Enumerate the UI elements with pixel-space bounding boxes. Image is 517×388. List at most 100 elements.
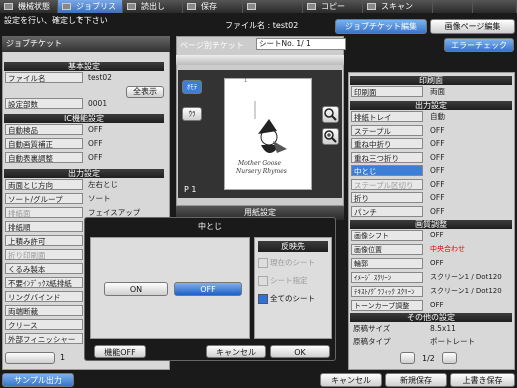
image-setting-value: 中央合わせ [430,245,465,253]
other-settings-header: その他の設定 [350,313,512,322]
image-setting-label[interactable]: 輪郭 [351,258,423,269]
recall-icon [127,3,136,10]
output-setting-value: OFF [430,193,445,202]
copies-label[interactable]: 設定部数 [5,98,83,109]
system-icon [247,3,256,10]
output-setting-label[interactable]: 折り印刷面 [5,249,83,260]
output-setting-value: OFF [430,125,445,135]
image-setting-value: スクリーン1 / Dot120 [430,287,502,295]
off-button[interactable]: OFF [174,282,242,296]
front-side-button[interactable]: ｵﾓﾃ [182,80,202,94]
ic-setting-label[interactable]: 自動検品 [5,124,83,135]
output-setting-label[interactable]: ステープル [351,124,423,136]
cancel-button[interactable]: キャンセル [320,373,382,387]
show-all-button[interactable]: 全表示 [126,86,164,98]
output-setting-label[interactable]: 重ね三つ折り [351,151,423,163]
left-output-header: 出力設定 [4,169,164,178]
jobticket-edit-tab[interactable]: ジョブチケット編集 [335,19,427,34]
output-setting-label[interactable]: 中とじ [351,165,423,176]
output-setting-label[interactable]: 上積み許可 [5,235,83,246]
doc-title-line2: Nursery Rhymes [236,168,287,175]
copies-value: 0001 [88,99,108,108]
zoom-in-icon[interactable] [322,106,339,123]
tab-system[interactable] [243,0,303,13]
ic-setting-label[interactable]: 自動表裏調整 [5,152,83,163]
function-off-button[interactable]: 機能OFF [94,345,146,358]
image-setting-label[interactable]: 画像シフト [351,230,423,241]
output-setting-label[interactable]: 排紙トレイ [351,111,423,122]
tab-help[interactable] [473,0,517,13]
output-setting-label[interactable]: くるみ製本 [5,263,83,274]
apply-target-box [254,237,332,339]
ic-setting-label[interactable]: 自動画質補正 [5,138,83,149]
dialog-title: 中とじ [198,222,222,231]
tab-save[interactable]: 保存 [183,0,243,13]
output-setting-label[interactable]: 排紙順 [5,221,83,232]
sheet-specify-option[interactable]: シート指定 [258,274,328,287]
current-sheet-option[interactable]: 現在のシート [258,256,328,269]
output-setting-label[interactable]: 両面とじ方向 [5,179,83,190]
right-page-prev[interactable] [400,352,415,364]
file-name-label[interactable]: ファイル名 [5,72,83,83]
dialog-cancel-button[interactable]: キャンセル [206,345,266,358]
image-setting-value: OFF [430,259,444,267]
on-button[interactable]: ON [104,282,168,296]
output-setting-value: OFF [430,152,445,162]
print-side-label[interactable]: 印刷面 [351,86,423,97]
file-name-value: test02 [88,73,112,82]
image-setting-value: スクリーン1 / Dot120 [430,273,502,281]
image-setting-label[interactable]: 画像位置 [351,244,423,255]
save-icon [187,3,196,10]
dialog-ok-button[interactable]: OK [270,345,330,358]
copy-icon [307,3,316,10]
scan-icon [367,3,376,10]
sample-output-button[interactable]: サンプル出力 [2,373,74,387]
apply-target-header: 反映先 [258,241,328,252]
output-setting-label[interactable]: 重ね中折り [351,138,423,149]
output-setting-label[interactable]: 排紙面 [5,207,83,218]
output-setting-label[interactable]: ソート/グループ [5,193,83,204]
output-setting-label[interactable]: 不要ｲﾝﾃﾞｯｸｽ紙排紙 [5,277,83,288]
output-setting-value: 自動 [430,112,445,121]
output-setting-label[interactable]: 両端断裁 [5,305,83,316]
image-page-edit-tab[interactable]: 画像ページ編集 [430,19,515,34]
left-page-prev[interactable] [5,352,55,364]
output-setting-label[interactable]: 折り [351,192,423,203]
image-setting-label[interactable]: トーンカーブ調整 [351,300,423,311]
right-output-header: 出力設定 [350,101,512,110]
tab-machine-status[interactable]: 機械状態 [0,0,58,13]
output-setting-label[interactable]: パンチ [351,205,423,217]
error-check-button[interactable]: エラーチェック [444,38,514,52]
back-side-button[interactable]: ｳﾗ [182,107,202,121]
tab-extra[interactable] [433,0,473,13]
image-setting-label[interactable]: ﾃｷｽﾄ/ｸﾞﾗﾌｨｯｸ ｽｸﾘｰﾝ [351,286,423,297]
zoom-fit-icon[interactable] [322,128,339,145]
overwrite-save-button[interactable]: 上書き保存 [450,373,515,387]
tab-scan[interactable]: スキャン [363,0,433,13]
output-setting-label[interactable]: ステープル区切り [351,178,423,190]
output-setting-value: OFF [430,179,445,189]
all-sheets-option[interactable]: 全てのシート [258,292,328,305]
sheet-number-field[interactable]: シートNo. 1/ 1 [256,38,346,50]
print-side-header: 印刷面 [350,76,512,85]
ic-setting-value: OFF [88,139,103,148]
output-setting-label[interactable]: クリース [5,319,83,330]
tab-copy[interactable]: コピー [303,0,363,13]
right-page-next[interactable] [442,352,457,364]
left-page-indicator: 1 [60,353,66,362]
output-setting-label[interactable]: リングバインド [5,291,83,302]
tab-job-list[interactable]: ジョブリスト [58,0,123,24]
output-setting-value: OFF [430,206,445,216]
file-name-display: ファイル名 : test02 [225,21,299,30]
tab-recall[interactable]: 読出し [123,0,183,13]
print-side-value: 両面 [430,87,445,96]
page-scroll-bar[interactable] [176,55,344,65]
new-save-button[interactable]: 新規保存 [385,373,447,387]
output-setting-label[interactable]: 外部フィニッシャー [5,333,83,344]
other-setting-value: 8.5x11 [430,324,456,333]
image-setting-label[interactable]: ｲﾒｰｼﾞ ｽｸﾘｰﾝ [351,272,423,283]
output-setting-value: OFF [430,139,445,148]
doc-title-line1: Mother Goose [238,160,282,167]
image-setting-value: OFF [430,231,444,239]
output-setting-value: OFF [430,166,445,175]
